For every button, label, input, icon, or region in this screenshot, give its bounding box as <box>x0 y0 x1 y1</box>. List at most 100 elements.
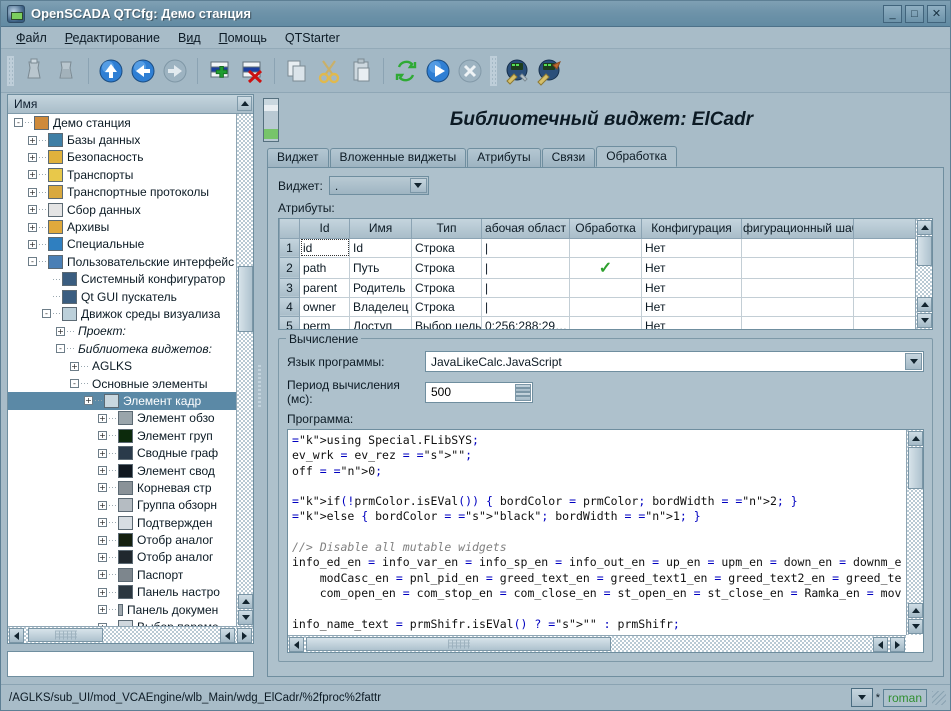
table-row[interactable]: 3parentРодительСтрока|Нет <box>280 278 916 297</box>
tab-виджет[interactable]: Виджет <box>267 148 329 167</box>
go-forward-icon[interactable] <box>159 55 191 87</box>
table-vertical-scrollbar[interactable] <box>915 219 932 329</box>
expand-icon[interactable]: + <box>56 327 65 336</box>
tree-item[interactable]: +Элемент обзо <box>8 410 236 427</box>
table-column-header[interactable]: Id <box>300 219 350 238</box>
tree-hscroll-thumb[interactable] <box>28 628 103 642</box>
code-scroll-up-button-2[interactable] <box>908 603 923 618</box>
tree-hscroll-left-button[interactable] <box>9 628 24 643</box>
tree-item[interactable]: +Транспортные протоколы <box>8 184 236 201</box>
table-scroll-up-button-2[interactable] <box>917 297 932 312</box>
expand-icon[interactable]: + <box>98 449 107 458</box>
cell-processing[interactable] <box>570 316 642 329</box>
expand-icon[interactable]: + <box>98 431 107 440</box>
expand-icon[interactable]: + <box>98 501 107 510</box>
minimize-button[interactable]: _ <box>883 5 902 23</box>
tree-vertical-scrollbar[interactable] <box>236 114 253 626</box>
table-scroll-down-button[interactable] <box>917 313 932 328</box>
copy-icon[interactable] <box>281 55 313 87</box>
table-column-header[interactable] <box>280 219 300 238</box>
tree-item[interactable]: -Движок среды визуализа <box>8 305 236 322</box>
expand-icon[interactable]: + <box>98 466 107 475</box>
cell-config[interactable]: Нет <box>642 238 742 257</box>
cell-name[interactable]: Путь <box>350 257 412 278</box>
menu-view[interactable]: Вид <box>169 29 210 47</box>
tree-item[interactable]: +Паспорт <box>8 566 236 583</box>
toolbar-grip-2[interactable] <box>490 56 497 86</box>
collapse-icon[interactable]: - <box>56 344 65 353</box>
program-code-text[interactable]: ="k">using Special.FLibSYS; ev_wrk = ev_… <box>292 433 905 634</box>
tree-scroll-down-button[interactable] <box>238 610 253 625</box>
expand-icon[interactable]: + <box>28 188 37 197</box>
table-scroll-thumb[interactable] <box>917 236 932 266</box>
tree-item[interactable]: +Сводные граф <box>8 444 236 461</box>
expand-icon[interactable]: + <box>84 396 93 405</box>
tree-item[interactable]: -Демо станция <box>8 114 236 131</box>
cell-id[interactable]: path <box>300 257 350 278</box>
cell-empty[interactable] <box>854 257 916 278</box>
cell-empty[interactable] <box>854 278 916 297</box>
tab-атрибуты[interactable]: Атрибуты <box>467 148 540 167</box>
tree-item[interactable]: +Элемент груп <box>8 427 236 444</box>
table-column-header[interactable]: Конфигурация <box>642 219 742 238</box>
expand-icon[interactable]: + <box>98 553 107 562</box>
widget-select[interactable]: . <box>329 176 429 195</box>
delete-node-icon[interactable] <box>236 55 268 87</box>
tree-item[interactable]: +Безопасность <box>8 149 236 166</box>
cell-processing[interactable] <box>570 238 642 257</box>
table-column-header[interactable]: Обработка <box>570 219 642 238</box>
table-column-header[interactable]: Имя <box>350 219 412 238</box>
cell-config[interactable]: Нет <box>642 316 742 329</box>
code-hscroll-right-button[interactable] <box>890 637 905 652</box>
expand-icon[interactable]: + <box>98 588 107 597</box>
cell-template[interactable] <box>742 297 854 316</box>
tree-item[interactable]: -Библиотека виджетов: <box>8 340 236 357</box>
cell-empty[interactable] <box>854 316 916 329</box>
table-scroll-up-button[interactable] <box>917 220 932 235</box>
tree-item[interactable]: +Проект: <box>8 323 236 340</box>
language-select-arrow[interactable] <box>905 353 922 370</box>
tree-item[interactable]: +Транспорты <box>8 166 236 183</box>
expand-icon[interactable]: + <box>28 136 37 145</box>
expand-icon[interactable]: + <box>28 170 37 179</box>
tree-item[interactable]: -Основные элементы <box>8 375 236 392</box>
cell-area[interactable]: | <box>482 297 570 316</box>
expand-icon[interactable]: + <box>70 362 79 371</box>
tree-hscroll-left-button-2[interactable] <box>220 628 235 643</box>
tree-item[interactable]: +Выбор параме <box>8 618 236 626</box>
tree-item[interactable]: +Элемент свод <box>8 462 236 479</box>
expand-icon[interactable]: + <box>98 570 107 579</box>
cell-area[interactable]: | <box>482 278 570 297</box>
table-row[interactable]: 5permДоступВыбор целых0;256;288;29…Нет <box>280 316 916 329</box>
tree-item[interactable]: +Отобр аналог <box>8 531 236 548</box>
cell-config[interactable]: Нет <box>642 278 742 297</box>
table-row[interactable]: 4ownerВладелецСтрока|Нет <box>280 297 916 316</box>
tree-item[interactable]: +AGLKS <box>8 357 236 374</box>
code-hscroll-left-button[interactable] <box>289 637 304 652</box>
cell-name[interactable]: Id <box>350 238 412 257</box>
language-select[interactable]: JavaLikeCalc.JavaScript <box>425 351 924 372</box>
tree-header-scroll-up-button[interactable] <box>237 96 252 111</box>
row-number[interactable]: 3 <box>280 278 300 297</box>
paste-icon[interactable] <box>345 55 377 87</box>
cell-name[interactable]: Доступ <box>350 316 412 329</box>
expand-icon[interactable]: + <box>98 518 107 527</box>
cell-name[interactable]: Родитель <box>350 278 412 297</box>
refresh-icon[interactable] <box>390 55 422 87</box>
tree-item[interactable]: -Пользовательские интерфейс <box>8 253 236 270</box>
status-combo-button[interactable] <box>851 688 873 707</box>
cell-id[interactable]: perm <box>300 316 350 329</box>
row-number[interactable]: 4 <box>280 297 300 316</box>
row-number[interactable]: 2 <box>280 257 300 278</box>
table-row[interactable]: 1idIdСтрока|Нет <box>280 238 916 257</box>
toolbar-grip[interactable] <box>7 56 14 86</box>
expand-icon[interactable]: + <box>98 536 107 545</box>
cell-type[interactable]: Строка <box>412 297 482 316</box>
table-column-header[interactable] <box>854 219 916 238</box>
table-row[interactable]: 2pathПутьСтрока|✓Нет <box>280 257 916 278</box>
collapse-icon[interactable]: - <box>70 379 79 388</box>
collapse-icon[interactable]: - <box>28 257 37 266</box>
tree-item[interactable]: +Корневая стр <box>8 479 236 496</box>
maximize-button[interactable]: □ <box>905 5 924 23</box>
tree-item[interactable]: +Сбор данных <box>8 201 236 218</box>
